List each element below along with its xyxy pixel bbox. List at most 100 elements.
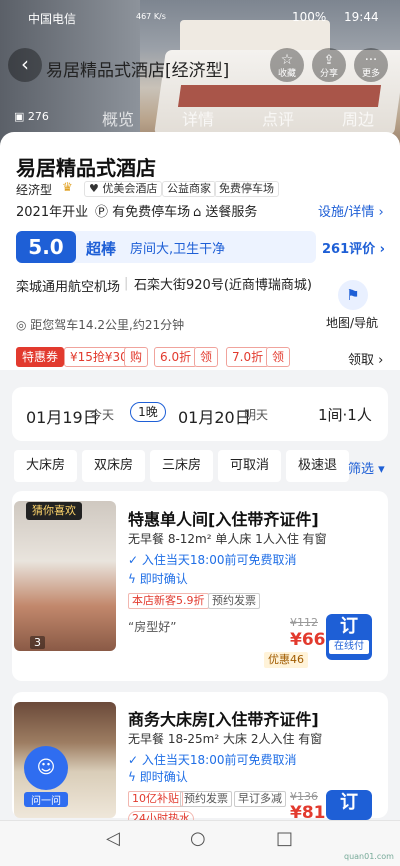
- filter-king-bed[interactable]: 大床房: [14, 450, 78, 482]
- clock-text: 19:44: [344, 10, 379, 24]
- photo-count[interactable]: ▣ 276: [14, 110, 49, 123]
- room-1-image-count: 3: [30, 636, 45, 649]
- more-icon: ···: [364, 53, 378, 68]
- parking-icon: Ⓟ: [95, 205, 113, 220]
- share-button[interactable]: ⇪ 分享: [312, 48, 346, 82]
- meal-info: ⌂ 送餐服务: [193, 205, 258, 220]
- filter-triple-bed[interactable]: 三床房: [150, 450, 214, 482]
- location-pin-icon: ◎: [16, 318, 31, 332]
- room-2-tag-subsidy: 10亿补贴: [128, 791, 183, 807]
- filter-button[interactable]: 筛选 ▾: [348, 458, 385, 477]
- tab-details[interactable]: 详情: [182, 106, 214, 130]
- header-title: 易居精品式酒店[经济型]: [46, 61, 230, 81]
- address-separator: |: [124, 276, 129, 291]
- coupon-2[interactable]: 6.0折: [154, 347, 198, 367]
- watermark: quan01.com: [344, 852, 394, 861]
- crown-icon: ♛: [62, 180, 73, 194]
- more-button[interactable]: ··· 更多: [354, 48, 388, 82]
- share-icon: ⇪: [323, 53, 335, 68]
- photo-count-value: 276: [27, 110, 49, 123]
- assistant-label[interactable]: 问一问: [24, 792, 68, 807]
- hotel-name: 易居精品式酒店: [16, 156, 156, 180]
- room-1-book-button[interactable]: 订在线付: [326, 614, 372, 660]
- hotel-category: 经济型: [16, 183, 53, 197]
- coupon-2-action[interactable]: 领: [194, 347, 219, 367]
- address-landmark: 栾城通用航空机场: [16, 280, 121, 295]
- coupon-1-action[interactable]: 购: [124, 347, 149, 367]
- room-1-original-price: ¥112: [290, 616, 318, 629]
- map-nav-link[interactable]: 地图/导航: [326, 314, 378, 331]
- claim-coupons-link[interactable]: 领取 ›: [348, 349, 383, 368]
- check-icon: ✓: [128, 753, 142, 767]
- carrier-text: 中国电信: [28, 12, 77, 26]
- pay-online-label: 在线付: [329, 640, 369, 654]
- guess-you-like-badge: 猜你喜欢: [26, 502, 82, 520]
- room-1-tag-invoice: 预约发票: [208, 593, 260, 609]
- share-label: 分享: [319, 69, 338, 79]
- review-quote: 房间大,卫生干净: [130, 242, 226, 257]
- back-arrow-icon: ‹: [21, 52, 29, 76]
- tab-overview[interactable]: 概览: [102, 106, 134, 130]
- book-label: 订: [340, 792, 358, 813]
- nav-recent-icon[interactable]: □: [276, 828, 293, 849]
- hero-bed-back: [180, 20, 330, 54]
- checkout-date[interactable]: 01月20日: [178, 404, 251, 428]
- delivery-icon: ⌂: [193, 205, 206, 220]
- room-1-quote: “房型好”: [128, 620, 177, 634]
- back-button[interactable]: ‹: [8, 48, 42, 82]
- lightning-icon: ϟ: [128, 572, 140, 586]
- assistant-robot-icon[interactable]: ☺: [24, 746, 68, 790]
- room-2-spec: 无早餐 18-25m² 大床 2人入住 有窗: [128, 732, 323, 746]
- check-icon: ✓: [128, 553, 142, 567]
- room-1-discount: 优惠46: [264, 652, 308, 668]
- review-count-link[interactable]: 261评价 ›: [322, 238, 385, 257]
- more-label: 更多: [361, 69, 380, 79]
- room-1-spec: 无早餐 8-12m² 单人床 1人入住 有窗: [128, 532, 327, 546]
- room-1-name: 特惠单人间[入住带齐证件]: [128, 510, 319, 529]
- tag-charity: 公益商家: [162, 181, 216, 197]
- room-2-book-button[interactable]: 订: [326, 790, 372, 820]
- room-1-confirm: ϟ 即时确认: [128, 572, 188, 586]
- favorite-button[interactable]: ☆ 收藏: [270, 48, 304, 82]
- coupon-3-action[interactable]: 领: [266, 347, 291, 367]
- room-1-image[interactable]: [14, 501, 116, 651]
- room-2-tag-early: 早订多减: [234, 791, 286, 807]
- room-1-tag-newcustomer: 本店新客5.9折: [128, 593, 209, 609]
- battery-text: 100%: [292, 10, 327, 24]
- hotel-address: 石栾大街920号(近商博瑞商城): [134, 278, 312, 293]
- tag-free-parking: 免费停车场: [214, 181, 279, 197]
- nav-back-icon[interactable]: ◁: [106, 828, 120, 849]
- tag-member-hotel: ♥ 优美会酒店: [84, 181, 163, 197]
- coupon-3[interactable]: 7.0折: [226, 347, 270, 367]
- filter-twin-bed[interactable]: 双床房: [82, 450, 146, 482]
- camera-icon: ▣: [14, 110, 28, 123]
- nights-badge: 1晚: [130, 402, 166, 422]
- checkout-relative: 明天: [244, 408, 269, 422]
- room-2-confirm: ϟ 即时确认: [128, 770, 188, 784]
- opened-year: 2021年开业: [16, 205, 89, 220]
- heart-icon: ♥: [89, 182, 103, 195]
- rooms-guests[interactable]: 1间·1人: [318, 404, 372, 425]
- parking-info: Ⓟ 有免费停车场: [95, 205, 191, 220]
- filter-fast-refund[interactable]: 极速退: [286, 450, 350, 482]
- favorite-label: 收藏: [277, 69, 296, 79]
- tab-nearby[interactable]: 周边: [342, 106, 374, 130]
- star-icon: ☆: [280, 52, 294, 68]
- nav-home-icon[interactable]: ○: [190, 828, 206, 849]
- room-2-tag-invoice: 预约发票: [180, 791, 232, 807]
- room-1-price: ¥66: [290, 630, 326, 650]
- room-1-cancel: ✓ 入住当天18:00前可免费取消: [128, 553, 297, 567]
- checkin-relative: 今天: [90, 408, 115, 422]
- facilities-link[interactable]: 设施/详情 ›: [318, 201, 384, 220]
- tab-reviews[interactable]: 点评: [262, 106, 294, 130]
- network-speed: 467 K/s: [136, 12, 166, 21]
- coupon-label: 特惠券: [16, 347, 65, 367]
- distance-info: ◎ 距您驾车14.2公里,约21分钟: [16, 318, 185, 332]
- checkin-date[interactable]: 01月19日: [26, 404, 99, 428]
- lightning-icon: ϟ: [128, 770, 140, 784]
- filter-cancelable[interactable]: 可取消: [218, 450, 282, 482]
- book-label: 订: [340, 616, 358, 637]
- room-2-original-price: ¥136: [290, 790, 318, 803]
- map-pin-icon[interactable]: ⚑: [338, 280, 368, 310]
- room-2-cancel: ✓ 入住当天18:00前可免费取消: [128, 753, 297, 767]
